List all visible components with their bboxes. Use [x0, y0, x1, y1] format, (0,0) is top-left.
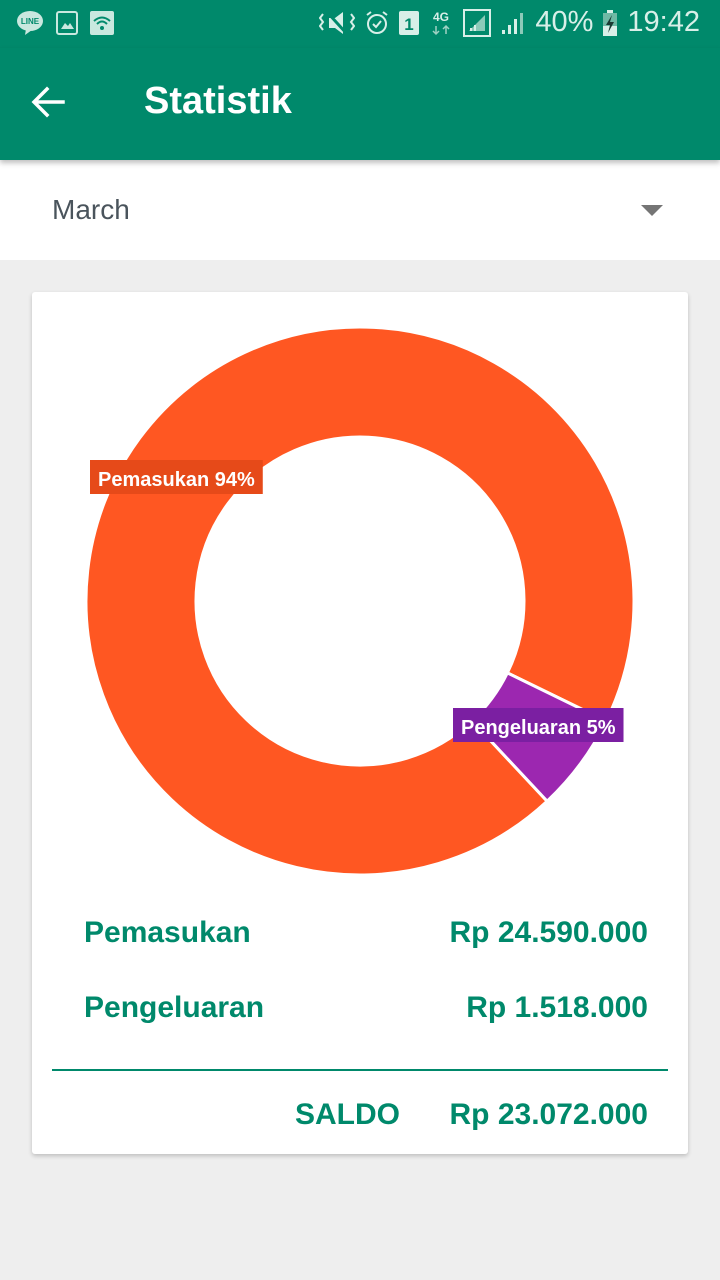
clock: 19:42 — [627, 6, 700, 38]
statistics-card: Pemasukan 94% Pengeluaran 5% Pemasukan Rp… — [32, 292, 688, 1154]
battery-percentage: 40% — [535, 6, 594, 38]
status-bar: LINE 1 4G 40% 19:42 — [0, 0, 720, 48]
income-value: Rp 24.590.000 — [449, 916, 648, 949]
slice-label-text: Pemasukan 94% — [98, 469, 255, 491]
signal-sim1-icon — [463, 8, 492, 37]
income-label: Pemasukan — [84, 916, 251, 949]
divider — [52, 1069, 668, 1071]
wifi-notification-icon — [90, 11, 114, 35]
month-dropdown[interactable]: March — [0, 160, 720, 260]
donut-chart: Pemasukan 94% Pengeluaran 5% — [84, 325, 636, 877]
month-bar: March — [0, 160, 720, 260]
line-app-icon: LINE — [16, 10, 44, 36]
arrow-back-icon — [31, 86, 65, 123]
slice-label-pengeluaran: Pengeluaran 5% — [453, 708, 624, 742]
app-bar: Statistik — [0, 48, 720, 160]
expense-label: Pengeluaran — [84, 991, 265, 1024]
svg-text:1: 1 — [405, 15, 414, 34]
balance-label: SALDO — [295, 1098, 400, 1131]
svg-text:LINE: LINE — [21, 17, 40, 26]
slice-label-text: Pengeluaran 5% — [461, 717, 616, 739]
signal-sim2-icon — [501, 11, 525, 35]
battery-charging-icon — [603, 9, 618, 36]
back-button[interactable] — [24, 78, 72, 130]
alarm-icon — [365, 10, 389, 36]
balance-value: Rp 23.072.000 — [449, 1098, 648, 1131]
image-notification-icon — [56, 11, 78, 35]
dropdown-arrow-icon — [641, 205, 663, 216]
sim-1-icon: 1 — [399, 10, 420, 36]
4g-data-icon: 4G — [429, 9, 453, 37]
svg-text:4G: 4G — [433, 10, 449, 24]
page-title: Statistik — [144, 80, 292, 122]
expense-value: Rp 1.518.000 — [466, 991, 648, 1024]
selected-month: March — [52, 194, 130, 225]
slice-label-pemasukan: Pemasukan 94% — [90, 460, 263, 494]
vibrate-mute-icon — [319, 10, 356, 36]
